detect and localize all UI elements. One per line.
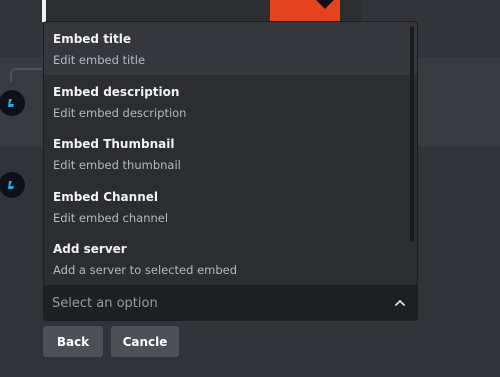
option-description: Edit embed description <box>53 105 187 120</box>
menu-option-embed-channel[interactable]: Embed Channel Edit embed channel <box>44 180 417 233</box>
bot-avatar[interactable] <box>0 172 25 198</box>
option-label: Embed title <box>53 32 132 46</box>
option-label: Embed Channel <box>53 189 158 204</box>
option-label: Embed Thumbnail <box>53 137 175 151</box>
option-label: Embed description <box>53 84 180 99</box>
bot-logo-icon <box>8 181 14 189</box>
thumbnail-shape <box>315 0 335 9</box>
bot-avatar[interactable] <box>0 90 25 116</box>
reply-connector <box>10 68 42 82</box>
select-menu[interactable]: Select an option <box>43 285 418 321</box>
menu-option-add-server[interactable]: Add server Add a server to selected embe… <box>44 232 417 285</box>
option-description: Edit embed channel <box>53 210 169 225</box>
select-placeholder: Select an option <box>52 295 158 311</box>
chevron-up-icon[interactable] <box>394 297 406 309</box>
discord-channel-view: Embed title Edit embed title Embed descr… <box>0 0 500 377</box>
cancel-button[interactable]: Cancle <box>111 326 179 357</box>
menu-option-embed-title[interactable]: Embed title Edit embed title <box>44 22 417 75</box>
option-description: Add a server to selected embed <box>53 263 238 277</box>
bot-logo-icon <box>8 99 14 107</box>
option-label: Add server <box>53 242 127 256</box>
menu-scrollbar[interactable] <box>410 26 414 242</box>
menu-option-embed-thumbnail[interactable]: Embed Thumbnail Edit embed thumbnail <box>44 127 417 180</box>
option-description: Edit embed thumbnail <box>53 158 181 172</box>
embed-thumbnail-image[interactable] <box>270 0 340 22</box>
menu-option-embed-description[interactable]: Embed description Edit embed description <box>44 75 417 128</box>
option-description: Edit embed title <box>53 53 146 67</box>
back-button[interactable]: Back <box>43 326 103 357</box>
select-menu-dropdown: Embed title Edit embed title Embed descr… <box>43 21 418 285</box>
